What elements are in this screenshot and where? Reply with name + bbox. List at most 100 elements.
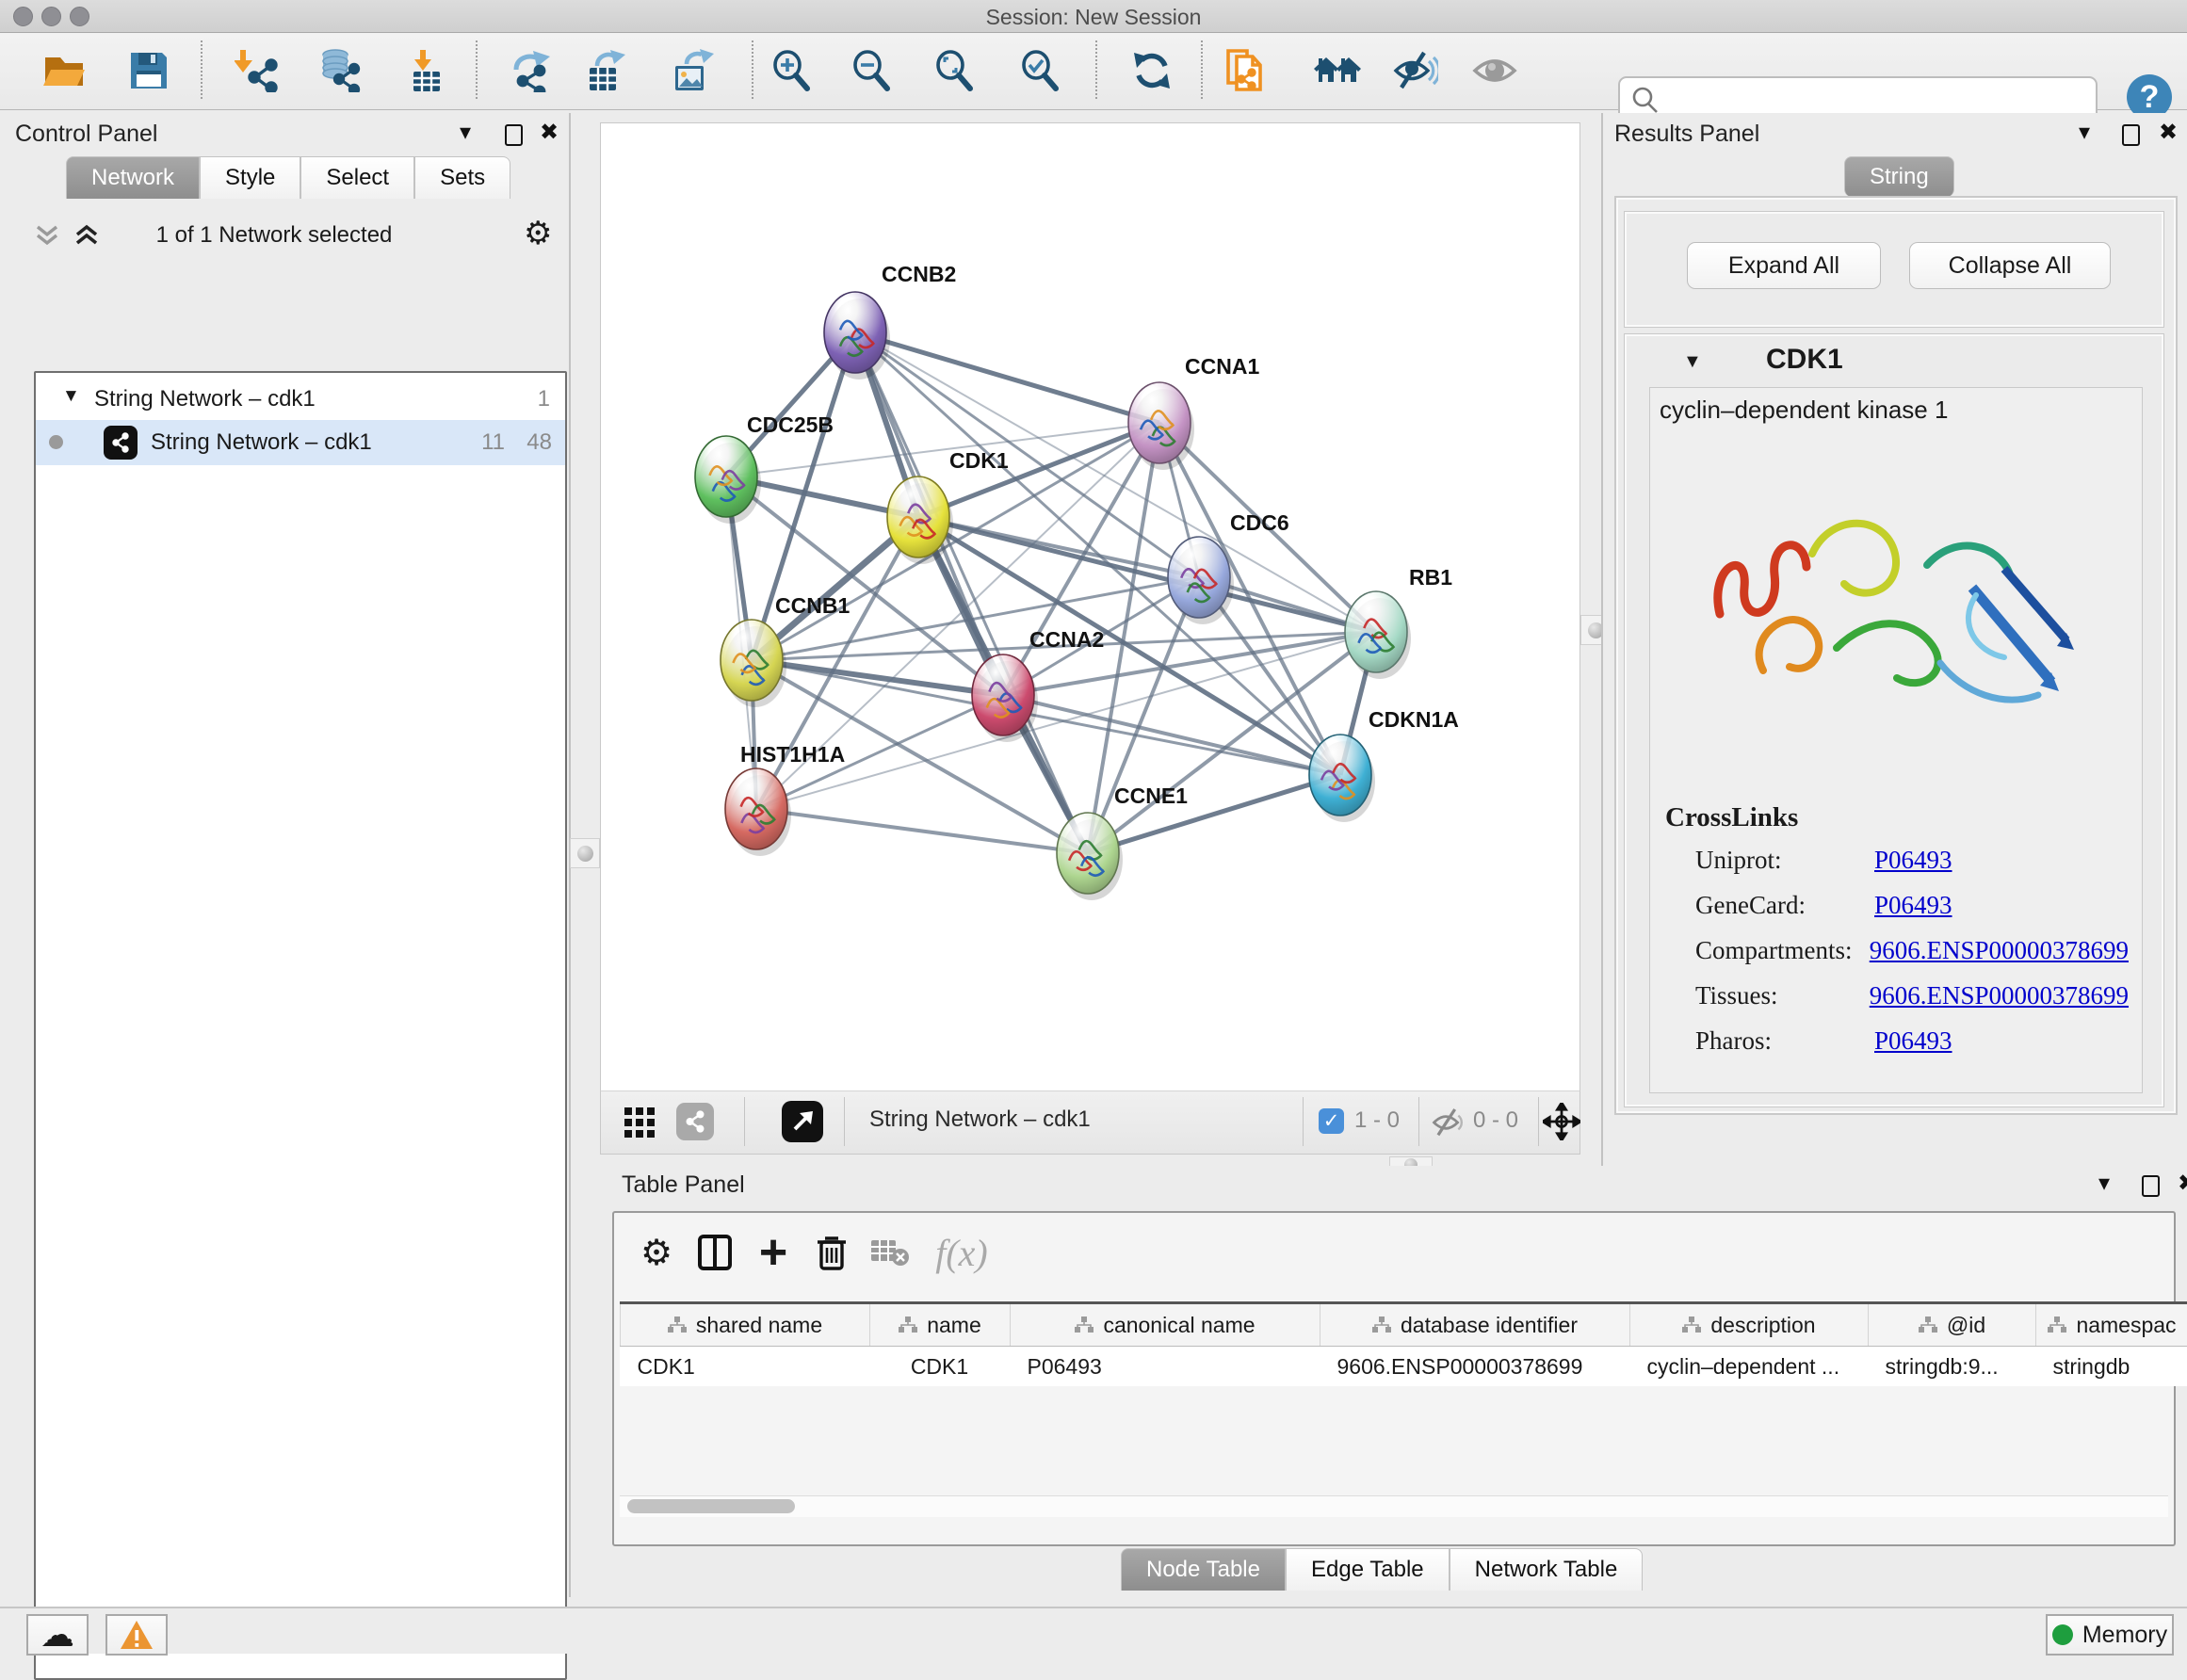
control-panel-float-icon[interactable] (505, 124, 523, 146)
show-all-button[interactable] (1468, 40, 1521, 101)
table-cell[interactable]: stringdb (2036, 1347, 2187, 1387)
column-header-shared-name[interactable]: shared name (621, 1303, 870, 1347)
network-node-ccnb1[interactable] (721, 620, 786, 707)
table-gear-icon[interactable]: ⚙ (627, 1226, 686, 1279)
table-cell[interactable]: 9606.ENSP00000378699 (1320, 1347, 1630, 1387)
network-edge[interactable] (855, 332, 1088, 853)
table-panel-title: Table Panel (622, 1171, 745, 1199)
tab-edge-table[interactable]: Edge Table (1286, 1548, 1450, 1591)
memory-label: Memory (2082, 1622, 2167, 1649)
network-edge[interactable] (918, 517, 1376, 632)
cloud-button[interactable]: ☁ (26, 1614, 89, 1656)
network-node-cdkn1a[interactable] (1309, 735, 1375, 822)
clone-network-button[interactable] (1221, 40, 1273, 101)
table-cell[interactable]: cyclin–dependent ... (1630, 1347, 1869, 1387)
table-delete-table-icon[interactable] (861, 1226, 919, 1279)
network-row[interactable]: String Network – cdk1 11 48 (36, 420, 565, 465)
network-node-cdk1[interactable] (887, 477, 953, 564)
crosslink-value-link[interactable]: 9606.ENSP00000378699 (1870, 936, 2129, 965)
tab-string[interactable]: String (1844, 156, 1954, 197)
crosslink-value-link[interactable]: P06493 (1874, 1026, 1952, 1056)
zoom-out-button[interactable] (845, 40, 898, 101)
open-session-button[interactable] (38, 40, 90, 101)
warnings-button[interactable] (105, 1614, 168, 1656)
node-table-body: CDK1CDK1P064939606.ENSP00000378699cyclin… (621, 1347, 2187, 1387)
network-canvas[interactable]: CCNB2CCNA1CDC25BCDK1CDC6RB1CCNB1CCNA2CDK… (600, 122, 1580, 1092)
table-row[interactable]: CDK1CDK1P064939606.ENSP00000378699cyclin… (621, 1347, 2187, 1387)
network-edge[interactable] (756, 809, 1088, 853)
table-cell[interactable]: P06493 (1011, 1347, 1320, 1387)
table-panel-menu-icon[interactable]: ▾ (2098, 1170, 2110, 1197)
tab-sets[interactable]: Sets (414, 156, 510, 199)
control-panel-menu-icon[interactable]: ▾ (460, 119, 471, 146)
zoom-selected-button[interactable] (1013, 40, 1066, 101)
search-input[interactable] (1665, 80, 2083, 114)
crosslink-value-link[interactable]: P06493 (1874, 891, 1952, 920)
network-collection-row[interactable]: ▼ String Network – cdk1 1 (36, 379, 565, 420)
column-header-database-identifier[interactable]: database identifier (1320, 1303, 1630, 1347)
table-panel-body: ⚙ + f(x) shared namenamecanonical nameda… (612, 1211, 2176, 1546)
tab-select[interactable]: Select (300, 156, 414, 199)
tab-style[interactable]: Style (200, 156, 300, 199)
results-panel-close-icon[interactable]: ✖ (2159, 119, 2178, 146)
tab-node-table[interactable]: Node Table (1121, 1548, 1286, 1591)
tab-network-table[interactable]: Network Table (1450, 1548, 1644, 1591)
network-node-rb1[interactable] (1345, 591, 1411, 679)
left-divider-handle[interactable] (570, 838, 600, 868)
first-neighbors-button[interactable] (1311, 40, 1364, 101)
network-canvas-svg[interactable]: CCNB2CCNA1CDC25BCDK1CDC6RB1CCNB1CCNA2CDK… (601, 123, 1580, 1091)
houses-icon (1313, 50, 1362, 91)
table-cell[interactable]: CDK1 (870, 1347, 1011, 1387)
column-header-description[interactable]: description (1630, 1303, 1869, 1347)
table-cell[interactable]: stringdb:9... (1869, 1347, 2036, 1387)
table-function-icon[interactable]: f(x) (919, 1226, 1004, 1279)
network-node-ccna2[interactable] (972, 654, 1038, 742)
table-horizontal-scrollbar[interactable] (620, 1495, 2168, 1517)
birds-eye-view-icon[interactable] (1543, 1103, 1580, 1140)
results-panel-float-icon[interactable] (2122, 124, 2140, 146)
import-network-file-button[interactable] (230, 40, 283, 101)
table-cell[interactable]: CDK1 (621, 1347, 870, 1387)
import-table-button[interactable] (399, 40, 452, 101)
export-network-button[interactable] (506, 40, 559, 101)
network-view-share-icon[interactable] (676, 1103, 714, 1140)
tab-network[interactable]: Network (66, 156, 200, 199)
network-edge[interactable] (855, 332, 1159, 423)
network-node-ccnb2[interactable] (824, 292, 890, 380)
scrollbar-thumb[interactable] (627, 1499, 795, 1513)
selected-checkbox-icon[interactable]: ✓ (1319, 1108, 1344, 1134)
collapse-all-button[interactable]: Collapse All (1909, 242, 2111, 289)
crosslink-value-link[interactable]: 9606.ENSP00000378699 (1870, 981, 2129, 1010)
column-header-namespac[interactable]: namespac (2036, 1303, 2187, 1347)
zoom-in-button[interactable] (765, 40, 818, 101)
import-network-database-button[interactable] (313, 40, 365, 101)
grid-view-icon[interactable] (624, 1107, 656, 1139)
export-image-button[interactable] (667, 40, 720, 101)
node-card-collapse-icon[interactable]: ▼ (1683, 351, 1702, 373)
table-columns-icon[interactable] (686, 1226, 744, 1279)
column-header--id[interactable]: @id (1869, 1303, 2036, 1347)
table-delete-icon[interactable] (802, 1226, 861, 1279)
column-header-name[interactable]: name (870, 1303, 1011, 1347)
network-node-ccne1[interactable] (1057, 813, 1123, 900)
separator (1538, 1097, 1539, 1146)
expand-all-button[interactable]: Expand All (1687, 242, 1881, 289)
results-panel-menu-icon[interactable]: ▾ (2079, 119, 2090, 146)
export-table-button[interactable] (579, 40, 632, 101)
memory-button[interactable]: Memory (2046, 1614, 2174, 1656)
crosslink-value-link[interactable]: P06493 (1874, 846, 1952, 875)
network-options-gear-icon[interactable]: ⚙ (524, 215, 552, 252)
detach-view-icon[interactable] (782, 1101, 823, 1142)
save-session-button[interactable] (122, 40, 175, 101)
crosslinks-title: CrossLinks (1665, 802, 1798, 833)
network-node-hist1h1a[interactable] (725, 768, 791, 856)
hide-selected-button[interactable] (1389, 40, 1442, 101)
table-panel-close-icon[interactable]: ✖ (2178, 1170, 2187, 1197)
zoom-fit-button[interactable] (928, 40, 980, 101)
collection-collapse-icon[interactable]: ▼ (62, 386, 80, 407)
table-panel-float-icon[interactable] (2142, 1175, 2160, 1197)
column-header-canonical-name[interactable]: canonical name (1011, 1303, 1320, 1347)
table-add-icon[interactable]: + (744, 1226, 802, 1279)
control-panel-close-icon[interactable]: ✖ (540, 119, 559, 146)
apply-layout-button[interactable] (1126, 40, 1178, 101)
